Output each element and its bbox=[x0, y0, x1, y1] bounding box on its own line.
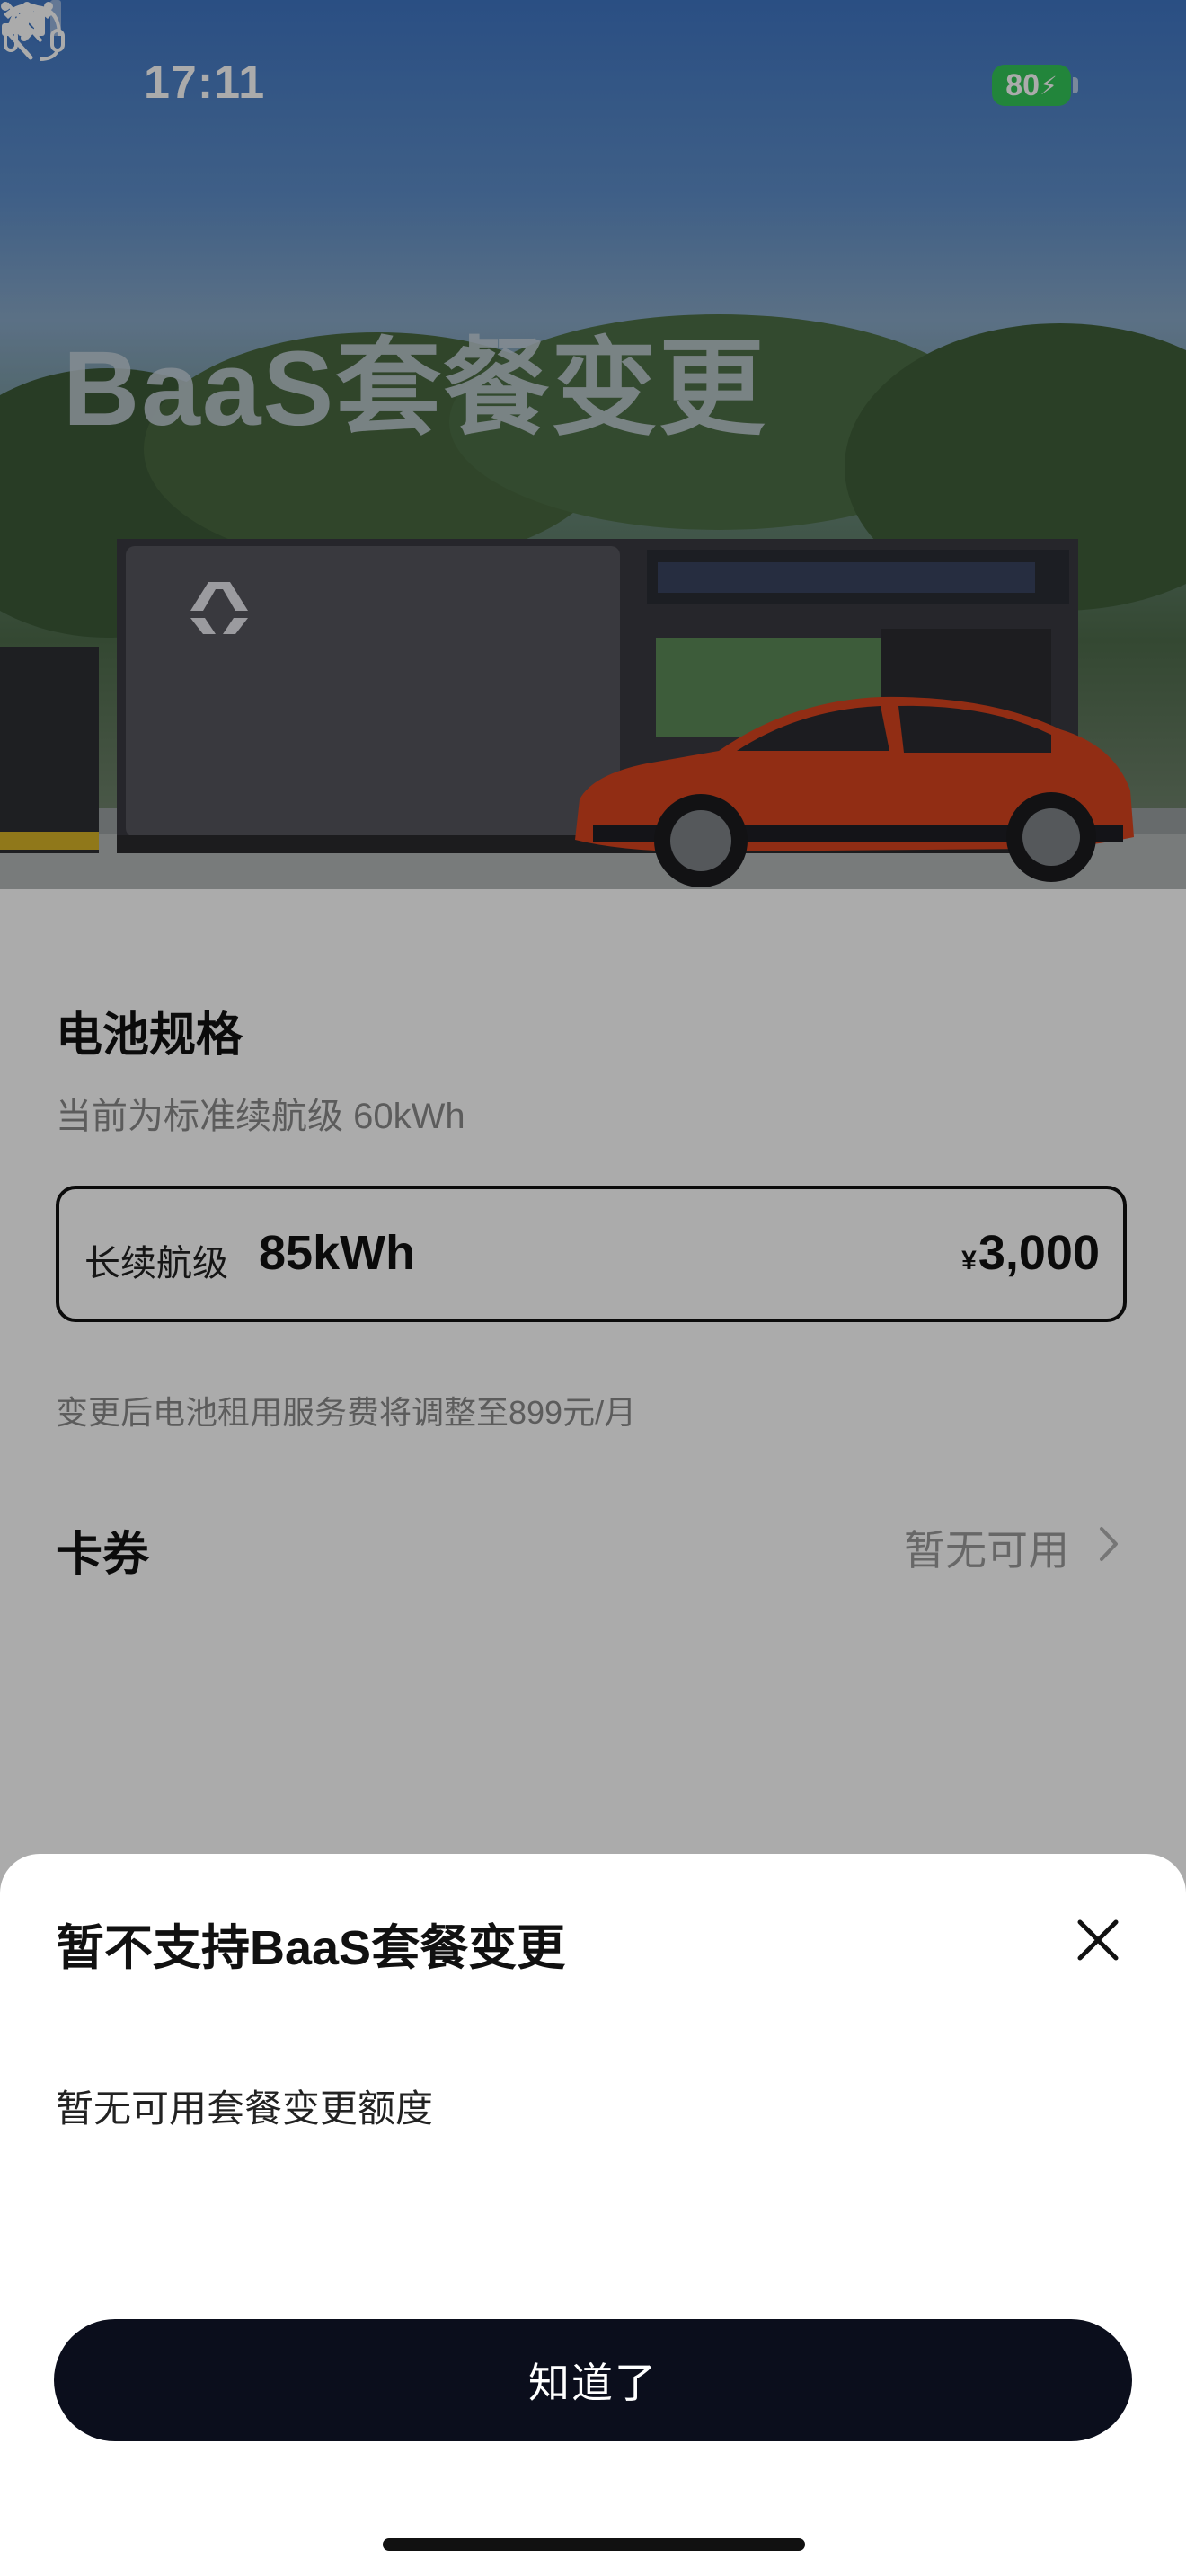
close-icon[interactable] bbox=[1075, 1917, 1121, 1963]
page: 17:11 80 ⚡ BaaS套餐变更 电池规格 当前为标准续航级 60kWh … bbox=[0, 0, 1186, 2576]
bottom-sheet: 暂不支持BaaS套餐变更 暂无可用套餐变更额度 知道了 bbox=[0, 1854, 1186, 2576]
confirm-button[interactable]: 知道了 bbox=[54, 2319, 1132, 2441]
home-indicator bbox=[383, 2538, 805, 2551]
sheet-message: 暂无可用套餐变更额度 bbox=[56, 2087, 434, 2130]
sheet-title: 暂不支持BaaS套餐变更 bbox=[56, 1921, 566, 1975]
